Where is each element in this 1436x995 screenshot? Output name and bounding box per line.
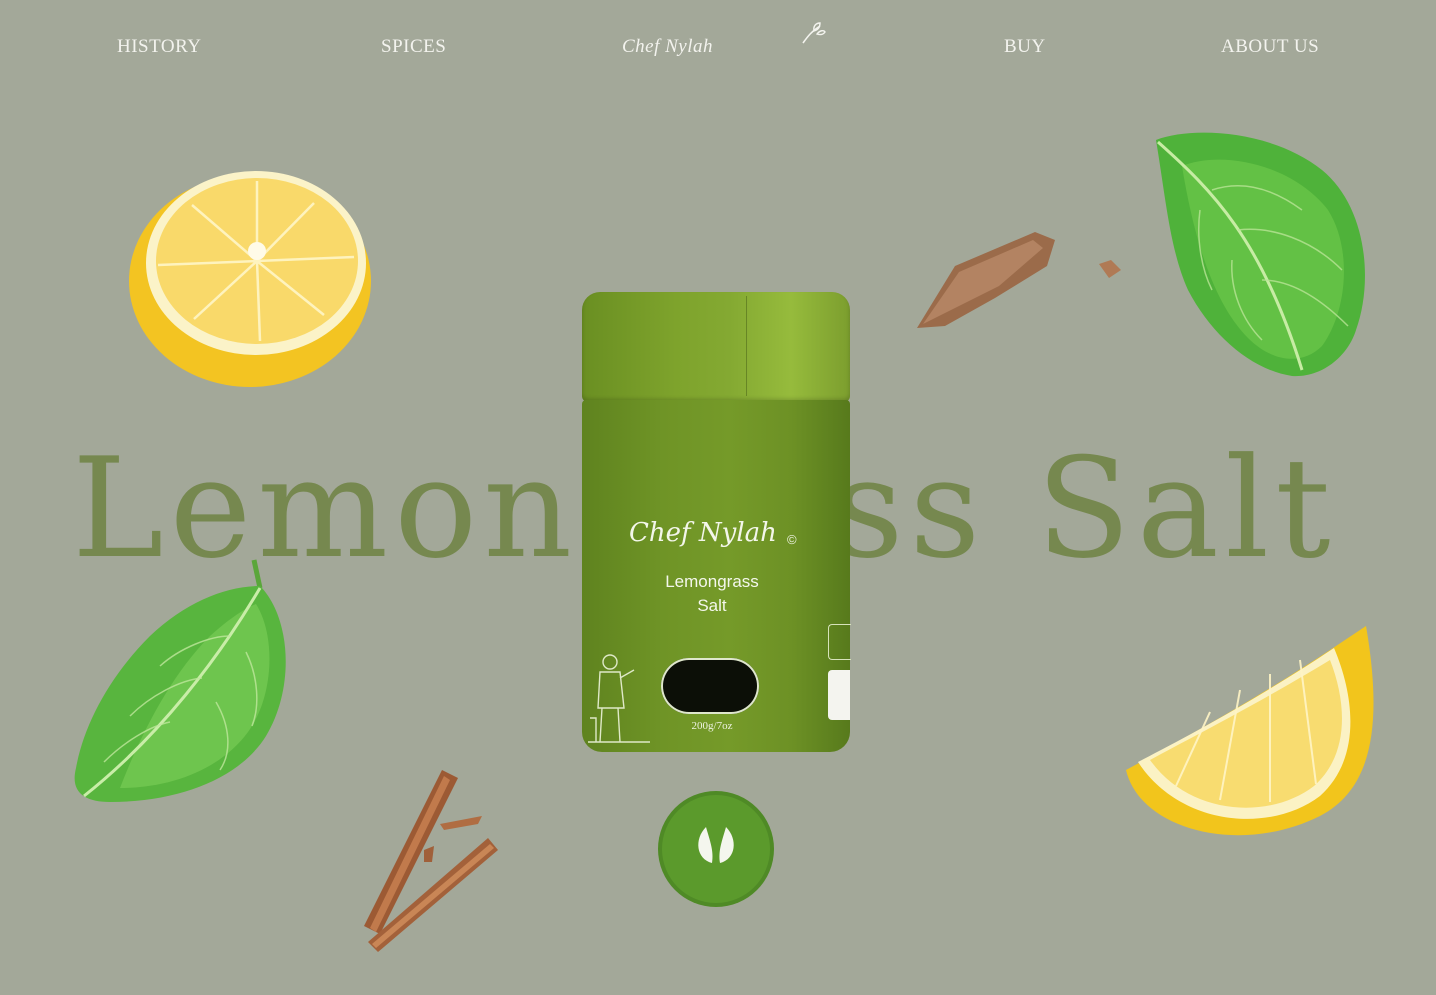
lemon-half-image: [129, 171, 371, 387]
nav-link-about-us[interactable]: ABOUT US: [1221, 36, 1319, 58]
nav-link-buy[interactable]: BUY: [1004, 36, 1046, 58]
leaf-sprig-icon: [802, 22, 826, 44]
mint-leaf-image: [74, 559, 286, 802]
tin-lid: [582, 292, 850, 402]
copyright-symbol: ©: [787, 532, 797, 547]
chef-illustration-icon: [588, 654, 650, 743]
tin-side-sticker: [828, 670, 850, 720]
tin-product-name: Lemongrass Salt: [622, 570, 802, 618]
leaf-badge-icon: [658, 791, 774, 907]
tin-product-name-line-2: Salt: [697, 596, 727, 615]
nav-link-history[interactable]: HISTORY: [117, 36, 201, 58]
site-logo[interactable]: Chef Nylah: [622, 36, 713, 58]
page: HISTORY SPICES Chef Nylah BUY ABOUT US L…: [0, 0, 1436, 995]
product-tin-image: Chef Nylah © Lemongrass Salt 200g/7oz: [582, 292, 852, 764]
cinnamon-sticks-image: [364, 770, 498, 952]
lemon-wedge-image: [1126, 626, 1374, 836]
tin-weight: 200g/7oz: [691, 720, 733, 732]
tin-brand-logo: Chef Nylah: [629, 518, 777, 548]
tin-window: [661, 658, 759, 714]
cinnamon-bark-image: [917, 232, 1121, 328]
nav-link-spices[interactable]: SPICES: [381, 36, 446, 58]
tin-product-name-line-1: Lemongrass: [665, 572, 759, 591]
tin-side-label: [828, 624, 851, 660]
mint-leaf-image: [1156, 132, 1365, 377]
